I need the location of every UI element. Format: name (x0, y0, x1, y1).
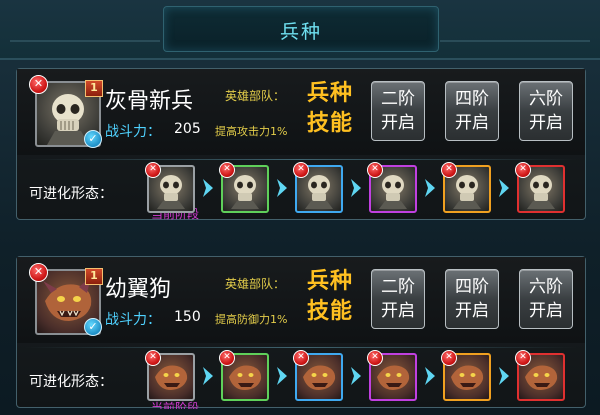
close-icon[interactable]: ✕ (29, 263, 48, 282)
stage-4-skill-button[interactable]: 四阶 开启 (445, 269, 499, 329)
stage-4-skill-button[interactable]: 四阶 开启 (445, 81, 499, 141)
evolution-stage-4[interactable]: ✕ (367, 162, 417, 213)
chevron-right-icon (425, 179, 435, 197)
evolution-label: 可进化形态： (29, 186, 113, 202)
chevron-right-icon (499, 179, 509, 197)
close-icon[interactable]: ✕ (515, 162, 531, 178)
chevron-right-icon (277, 367, 287, 385)
skill-title-line1: 兵种 (306, 81, 353, 106)
power-value: 205 (174, 121, 201, 137)
skill-title-line2: 技能 (306, 111, 353, 136)
stage-button-line2: 开启 (529, 301, 563, 321)
evolution-stage-2[interactable]: ✕ (219, 162, 269, 213)
card-divider (25, 159, 577, 160)
evolution-stage-1[interactable]: ✕ (145, 162, 195, 213)
page-title: 兵种 (279, 21, 322, 43)
close-icon[interactable]: ✕ (29, 75, 48, 94)
stage-button-line1: 二阶 (381, 277, 415, 297)
title-deco-left (10, 40, 160, 42)
chevron-right-icon (203, 367, 213, 385)
unit-card-skeleton: ✕ 1 ✓ 灰骨新兵 战斗力： 205 英雄部队： 提高攻击力1% 兵种 技能 … (16, 68, 586, 221)
unit-name: 幼翼狗 (105, 277, 172, 302)
close-icon[interactable]: ✕ (293, 162, 309, 178)
stage-button-line2: 开启 (381, 113, 415, 133)
unit-portrait[interactable]: ✕ 1 ✓ (29, 75, 103, 148)
close-icon[interactable]: ✕ (441, 350, 457, 366)
evolution-label: 可进化形态： (29, 374, 113, 390)
close-icon[interactable]: ✕ (145, 350, 161, 366)
stage-2-skill-button[interactable]: 二阶 开启 (371, 269, 425, 329)
title-deco-right (440, 40, 590, 42)
chevron-right-icon (277, 179, 287, 197)
power-label: 战斗力： (105, 124, 161, 140)
unit-skill-title: 兵种 技能 (305, 267, 355, 327)
check-icon: ✓ (84, 318, 102, 336)
hero-bonus-text: 提高防御力1% (215, 313, 288, 326)
power-value: 150 (174, 309, 201, 325)
close-icon[interactable]: ✕ (515, 350, 531, 366)
level-badge: 1 (85, 80, 103, 97)
unit-panel: 兵种 ✕ 1 ✓ 灰骨新兵 战斗力： 205 英雄部队： 提高攻击力1% 兵种 … (0, 0, 600, 415)
evolution-stage-2[interactable]: ✕ (219, 350, 269, 401)
unit-skill-title: 兵种 技能 (305, 79, 355, 139)
close-icon[interactable]: ✕ (219, 162, 235, 178)
chevron-right-icon (499, 367, 509, 385)
close-icon[interactable]: ✕ (441, 162, 457, 178)
stage-button-line1: 六阶 (529, 89, 563, 109)
unit-portrait[interactable]: ✕ 1 ✓ (29, 263, 103, 336)
chevron-right-icon (425, 367, 435, 385)
evolution-stage-5[interactable]: ✕ (441, 350, 491, 401)
stage-button-line1: 二阶 (381, 89, 415, 109)
close-icon[interactable]: ✕ (145, 162, 161, 178)
stage-2-skill-button[interactable]: 二阶 开启 (371, 81, 425, 141)
close-icon[interactable]: ✕ (367, 162, 383, 178)
evolution-stage-5[interactable]: ✕ (441, 162, 491, 213)
close-icon[interactable]: ✕ (219, 350, 235, 366)
evolution-stage-3[interactable]: ✕ (293, 162, 343, 213)
hero-bonus-text: 提高攻击力1% (215, 125, 288, 138)
title-tab: 兵种 (163, 6, 439, 52)
unit-name: 灰骨新兵 (105, 89, 194, 114)
chevron-right-icon (351, 179, 361, 197)
evolution-stage-6[interactable]: ✕ (515, 350, 565, 401)
evolution-stage-1[interactable]: ✕ (145, 350, 195, 401)
skill-title-line2: 技能 (306, 299, 353, 324)
stage-button-line2: 开启 (529, 113, 563, 133)
evolution-stage-4[interactable]: ✕ (367, 350, 417, 401)
level-badge: 1 (85, 268, 103, 285)
close-icon[interactable]: ✕ (367, 350, 383, 366)
unit-card-dog: ✕ 1 ✓ 幼翼狗 战斗力： 150 英雄部队： 提高防御力1% 兵种 技能 二… (16, 256, 586, 409)
evolution-stage-6[interactable]: ✕ (515, 162, 565, 213)
chevron-right-icon (351, 367, 361, 385)
card-divider (25, 347, 577, 348)
stage-6-skill-button[interactable]: 六阶 开启 (519, 269, 573, 329)
stage-button-line2: 开启 (455, 113, 489, 133)
stage-button-line1: 四阶 (455, 89, 489, 109)
power-label: 战斗力： (105, 312, 161, 328)
stage-button-line2: 开启 (455, 301, 489, 321)
title-bar: 兵种 (0, 0, 600, 60)
evolution-stage-3[interactable]: ✕ (293, 350, 343, 401)
close-icon[interactable]: ✕ (293, 350, 309, 366)
hero-troop-label: 英雄部队： (225, 89, 286, 103)
stage-button-line1: 四阶 (455, 277, 489, 297)
stage-6-skill-button[interactable]: 六阶 开启 (519, 81, 573, 141)
hero-troop-label: 英雄部队： (225, 277, 286, 291)
stage-button-line2: 开启 (381, 301, 415, 321)
stage-button-line1: 六阶 (529, 277, 563, 297)
skill-title-line1: 兵种 (306, 269, 353, 294)
check-icon: ✓ (84, 130, 102, 148)
chevron-right-icon (203, 179, 213, 197)
